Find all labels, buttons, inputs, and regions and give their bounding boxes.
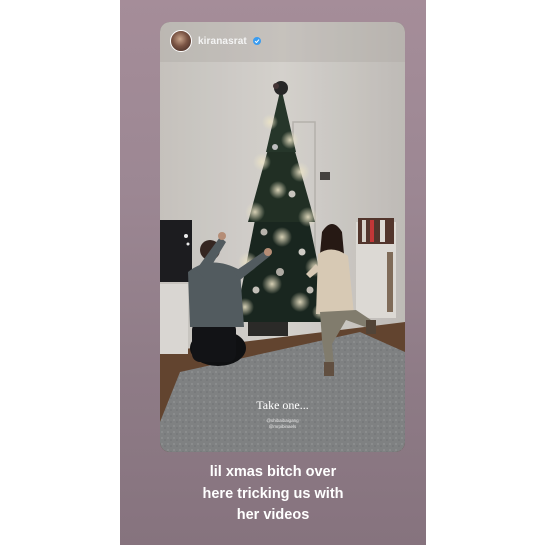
video-credit-2: @mrpibinaels — [268, 424, 297, 429]
story-text-line: here tricking us with — [202, 485, 344, 502]
profile-avatar[interactable] — [170, 30, 192, 52]
story-username[interactable]: kiranasrat — [198, 36, 247, 47]
story-text-overlay: lil xmas bitch over here tricking us wit… — [120, 462, 426, 527]
video-caption: Take one... — [256, 398, 309, 412]
video-credits: @shibaibaigang @mrpibinaels — [160, 418, 405, 430]
verified-badge-icon — [252, 37, 261, 45]
story-video-scene — [160, 22, 405, 452]
story-header: kiranasrat — [170, 30, 261, 52]
story-text-line: lil xmas bitch over — [209, 464, 337, 480]
story-text-line: her videos — [236, 507, 310, 523]
story-frame[interactable]: kiranasrat Take one... @shibaibaigang @m… — [120, 0, 426, 545]
screenshot-page: kiranasrat Take one... @shibaibaigang @m… — [0, 0, 545, 545]
story-video-card[interactable]: kiranasrat Take one... @shibaibaigang @m… — [160, 22, 405, 452]
